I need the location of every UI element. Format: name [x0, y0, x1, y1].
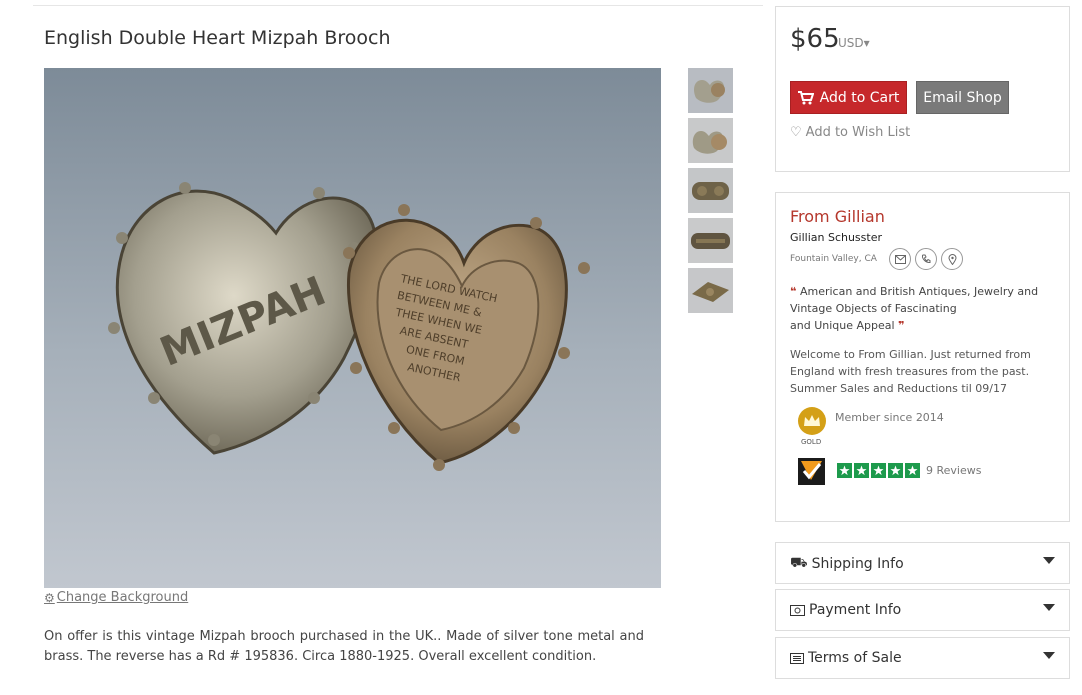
price: $65	[790, 24, 840, 54]
star-icon	[871, 463, 886, 478]
thumbnail-3[interactable]	[688, 168, 733, 213]
gear-icon: ⚙	[44, 590, 55, 605]
page-title: English Double Heart Mizpah Brooch	[44, 27, 391, 49]
reviews-link[interactable]: 9 Reviews	[926, 464, 981, 477]
thumbnail-4[interactable]	[688, 218, 733, 263]
caret-down-icon	[1043, 604, 1055, 611]
product-description: On offer is this vintage Mizpah brooch p…	[44, 629, 644, 664]
payment-info-header: Payment Info	[790, 602, 901, 618]
caret-down-icon	[1043, 557, 1055, 564]
main-product-image[interactable]: MIZPAH THE LORD WATCH BETWEEN ME & THEE …	[44, 68, 661, 588]
currency-label: USD	[838, 36, 864, 50]
terms-of-sale-header: Terms of Sale	[790, 650, 902, 666]
thumbnail-strip	[688, 68, 733, 318]
tagline-line-3: and Unique Appeal	[790, 319, 895, 332]
caret-down-icon	[1043, 652, 1055, 659]
add-to-wish-list-link[interactable]: ♡ Add to Wish List	[790, 125, 910, 140]
add-to-cart-button[interactable]: Add to Cart	[790, 81, 907, 114]
star-icon	[854, 463, 869, 478]
close-quote-icon: ❞	[898, 319, 905, 332]
star-icon	[837, 463, 852, 478]
shipping-info-label: Shipping Info	[811, 556, 904, 572]
shop-info-panel: From Gillian Gillian Schusster Fountain …	[775, 192, 1070, 522]
payment-info-accordion[interactable]: Payment Info	[775, 589, 1070, 631]
change-background-label: Change Background	[56, 590, 189, 605]
shop-owner: Gillian Schusster	[790, 231, 882, 244]
reviews-logo-icon	[798, 458, 825, 485]
phone-icon	[921, 254, 931, 264]
top-divider	[33, 5, 763, 6]
cart-icon	[797, 90, 814, 104]
brooch-photo: MIZPAH THE LORD WATCH BETWEEN ME & THEE …	[108, 182, 590, 471]
thumbnail-2[interactable]	[688, 118, 733, 163]
money-icon	[790, 604, 805, 616]
tagline-line-1: American and British Antiques, Jewelry a…	[799, 285, 1039, 298]
email-shop-button[interactable]: Email Shop	[916, 81, 1009, 114]
shipping-info-accordion[interactable]: ⛟ Shipping Info	[775, 542, 1070, 584]
map-pin-icon	[947, 253, 957, 265]
thumbnail-5[interactable]	[688, 268, 733, 313]
purchase-panel: $65 USD▾ Add to Cart Email Shop ♡ Add to…	[775, 6, 1070, 172]
map-location-button[interactable]	[941, 248, 963, 270]
shipping-info-header: ⛟ Shipping Info	[790, 555, 904, 573]
payment-info-label: Payment Info	[809, 602, 902, 618]
envelope-icon	[894, 254, 906, 264]
wish-list-label: Add to Wish List	[805, 125, 911, 140]
badge-label: GOLD	[801, 438, 822, 446]
terms-of-sale-label: Terms of Sale	[808, 650, 902, 666]
star-icon	[905, 463, 920, 478]
truck-icon: ⛟	[790, 555, 808, 571]
list-icon	[790, 652, 804, 664]
currency-selector[interactable]: USD▾	[838, 36, 870, 50]
add-to-cart-label: Add to Cart	[819, 89, 900, 106]
email-contact-button[interactable]	[889, 248, 911, 270]
chevron-down-icon: ▾	[863, 36, 870, 50]
shop-tagline: ❝ American and British Antiques, Jewelry…	[790, 283, 1050, 334]
rating-stars	[837, 463, 920, 478]
member-since: Member since 2014	[835, 411, 944, 424]
change-background-link[interactable]: ⚙ Change Background	[44, 590, 188, 605]
star-icon	[888, 463, 903, 478]
heart-icon: ♡	[790, 125, 802, 140]
thumbnail-1[interactable]	[688, 68, 733, 113]
open-quote-icon: ❝	[790, 285, 797, 298]
gold-crown-badge-icon	[798, 407, 826, 435]
terms-of-sale-accordion[interactable]: Terms of Sale	[775, 637, 1070, 679]
shop-name-link[interactable]: From Gillian	[790, 207, 885, 226]
phone-contact-button[interactable]	[915, 248, 937, 270]
tagline-line-2: Vintage Objects of Fascinating	[790, 302, 957, 315]
shop-welcome-message: Welcome to From Gillian. Just returned f…	[790, 348, 1031, 395]
shop-location: Fountain Valley, CA	[790, 254, 877, 264]
